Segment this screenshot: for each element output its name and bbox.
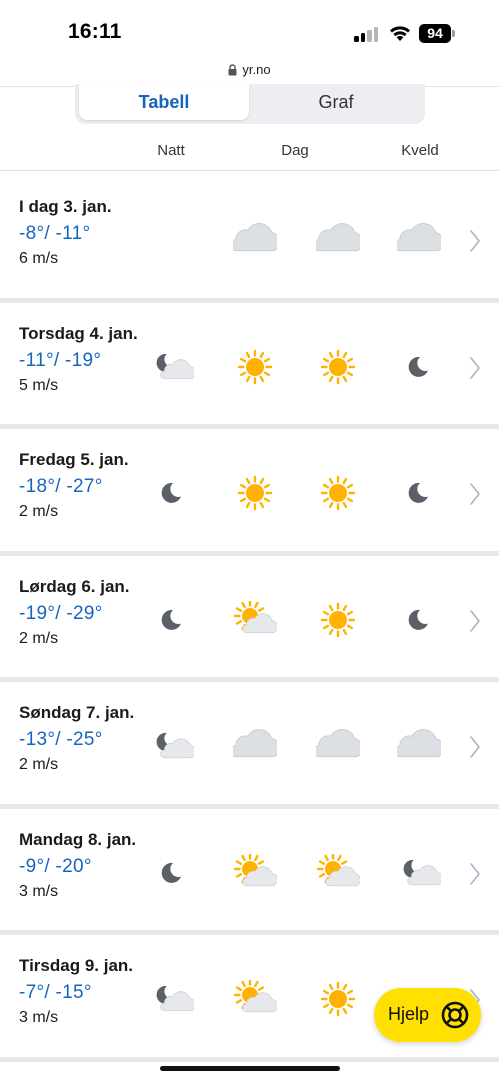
- moon-cloud-icon: [150, 980, 196, 1018]
- cloud-icon: [313, 221, 363, 259]
- wind-speed: 5 m/s: [19, 376, 59, 394]
- help-button-label: Hjelp: [388, 1004, 430, 1024]
- sun-cloud-icon: [233, 978, 278, 1018]
- clock: 16:11: [68, 20, 122, 43]
- column-header-kveld: Kveld: [401, 142, 439, 159]
- cloud-icon: [230, 727, 280, 765]
- moon-cloud-icon: [397, 854, 443, 892]
- day-name: I dag 3. jan.: [19, 197, 112, 216]
- wind-speed: 2 m/s: [19, 503, 59, 520]
- chevron-right-icon: [468, 609, 482, 633]
- sun-icon: [316, 601, 360, 639]
- forecast-row[interactable]: Lørdag 6. jan. -19°/ -29° 2 m/s: [0, 556, 499, 682]
- cellular-signal-icon: [354, 26, 380, 42]
- day-name: Torsdag 4. jan.: [19, 323, 138, 343]
- chevron-right-icon: [468, 862, 482, 886]
- url-text: yr.no: [242, 62, 271, 77]
- cloud-icon: [394, 221, 444, 259]
- moon-icon: [397, 474, 441, 512]
- wifi-icon: [390, 26, 410, 41]
- moon-icon: [150, 854, 194, 892]
- lock-icon: [228, 63, 237, 75]
- sun-icon: [316, 348, 360, 386]
- view-toggle: Tabell Graf: [75, 84, 425, 124]
- moon-icon: [397, 348, 441, 386]
- column-header-natt: Natt: [157, 142, 185, 159]
- moon-icon: [150, 474, 194, 512]
- moon-cloud-icon: [150, 348, 196, 386]
- sun-cloud-icon: [233, 852, 278, 892]
- chevron-right-icon: [468, 482, 482, 506]
- sun-cloud-icon: [233, 599, 278, 639]
- temperature-range: -19°/ -29°: [19, 602, 103, 624]
- day-name: Lørdag 6. jan.: [19, 576, 130, 596]
- temperature-range: -13°/ -25°: [19, 729, 103, 750]
- chevron-right-icon: [468, 229, 482, 253]
- wind-speed: 2 m/s: [19, 756, 59, 773]
- wind-speed: 3 m/s: [19, 1009, 59, 1026]
- temperature-range: -9°/ -20°: [19, 855, 92, 877]
- status-bar: 16:11 94: [0, 0, 499, 60]
- chevron-right-icon: [468, 356, 482, 380]
- sun-icon: [316, 980, 360, 1018]
- cloud-icon: [313, 727, 363, 765]
- tab-tabell[interactable]: Tabell: [79, 84, 249, 120]
- sun-icon: [316, 474, 360, 512]
- wind-speed: 6 m/s: [19, 250, 59, 267]
- temperature-range: -18°/ -27°: [19, 476, 103, 497]
- temperature-range: -7°/ -15°: [19, 982, 92, 1003]
- tab-graf[interactable]: Graf: [251, 84, 421, 120]
- column-header-dag: Dag: [281, 142, 309, 159]
- day-name: Mandag 8. jan.: [19, 829, 137, 849]
- forecast-row[interactable]: I dag 3. jan. -8°/ -11° 6 m/s: [0, 176, 499, 302]
- moon-cloud-icon: [150, 727, 196, 765]
- temperature-range: -11°/ -19°: [19, 349, 102, 371]
- battery-icon: 94: [419, 24, 455, 43]
- forecast-row[interactable]: Torsdag 4. jan. -11°/ -19° 5 m/s: [0, 303, 499, 429]
- moon-icon: [397, 601, 441, 639]
- temperature-range: -8°/ -11°: [19, 223, 91, 244]
- wind-speed: 2 m/s: [19, 629, 59, 647]
- lifebuoy-icon: [441, 1001, 469, 1029]
- day-name: Fredag 5. jan.: [19, 450, 129, 469]
- row-separator: [0, 1056, 499, 1062]
- sun-icon: [233, 348, 277, 386]
- forecast-row[interactable]: Mandag 8. jan. -9°/ -20° 3 m/s: [0, 809, 499, 935]
- day-name: Tirsdag 9. jan.: [19, 956, 134, 975]
- column-headers: Natt Dag Kveld: [0, 142, 499, 164]
- sun-cloud-icon: [316, 852, 361, 892]
- cloud-icon: [394, 727, 444, 765]
- forecast-row[interactable]: Søndag 7. jan. -13°/ -25° 2 m/s: [0, 682, 499, 808]
- moon-icon: [150, 601, 194, 639]
- cloud-icon: [230, 221, 280, 259]
- chevron-right-icon: [468, 735, 482, 759]
- address-bar[interactable]: yr.no: [0, 60, 499, 86]
- divider: [0, 170, 499, 171]
- day-name: Søndag 7. jan.: [19, 703, 135, 722]
- battery-level: 94: [419, 24, 451, 43]
- wind-speed: 3 m/s: [19, 882, 59, 900]
- help-button[interactable]: Hjelp: [374, 988, 481, 1042]
- home-indicator: [160, 1066, 340, 1071]
- sun-icon: [233, 474, 277, 512]
- forecast-row[interactable]: Fredag 5. jan. -18°/ -27° 2 m/s: [0, 429, 499, 555]
